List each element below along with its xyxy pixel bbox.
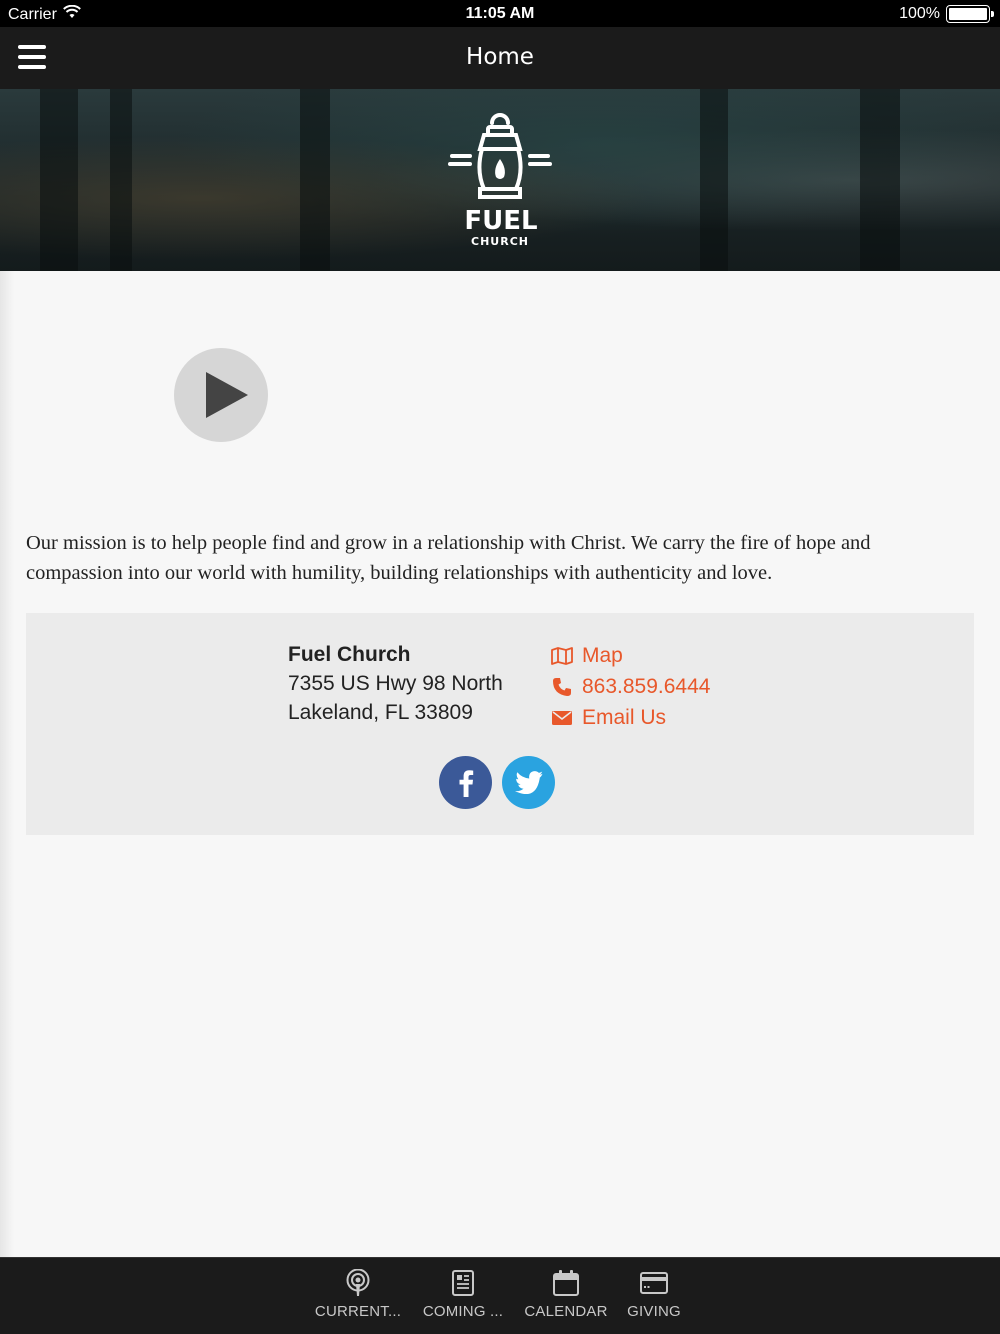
status-right: 100% xyxy=(899,5,994,23)
contact-box: Fuel Church 7355 US Hwy 98 North Lakelan… xyxy=(26,613,974,835)
status-bar: Carrier 11:05 AM 100% xyxy=(0,0,1000,27)
calendar-icon xyxy=(553,1269,579,1297)
podcast-icon xyxy=(345,1269,371,1297)
tab-calendar[interactable]: CALENDAR xyxy=(524,1258,608,1334)
map-label: Map xyxy=(582,643,623,667)
social-links xyxy=(439,756,555,809)
play-icon xyxy=(206,372,248,418)
facebook-button[interactable] xyxy=(439,756,492,809)
left-edge-shadow xyxy=(0,271,14,1257)
status-time: 11:05 AM xyxy=(465,5,535,22)
battery-icon xyxy=(946,5,994,23)
nav-bar: Home xyxy=(0,27,1000,89)
email-label: Email Us xyxy=(582,705,667,729)
church-name: Fuel Church xyxy=(288,643,411,666)
hero-banner: FUEL CHURCH xyxy=(0,89,1000,271)
page-title: Home xyxy=(466,44,534,70)
battery-fill xyxy=(949,8,987,20)
map-icon xyxy=(551,645,573,667)
logo-main-text: FUEL xyxy=(464,206,537,236)
tab-giving-label: GIVING xyxy=(627,1303,681,1320)
tab-coming-label: COMING ... xyxy=(422,1303,504,1320)
address-block: Fuel Church 7355 US Hwy 98 North Lakelan… xyxy=(288,640,503,727)
fuel-church-logo: FUEL CHURCH xyxy=(448,113,552,248)
tab-coming[interactable]: COMING ... xyxy=(422,1258,504,1334)
envelope-icon xyxy=(551,707,573,729)
tab-calendar-label: CALENDAR xyxy=(524,1303,608,1320)
twitter-icon xyxy=(514,771,542,794)
email-link[interactable]: Email Us xyxy=(551,702,710,733)
contact-links: Map 863.859.6444 Email Us xyxy=(551,640,710,733)
address-line-2: Lakeland, FL 33809 xyxy=(288,701,473,724)
tab-bar: CURRENT... COMING ... CALENDAR GIVING xyxy=(0,1257,1000,1334)
lantern-icon xyxy=(448,113,552,199)
video-play-button[interactable] xyxy=(174,348,268,442)
facebook-icon xyxy=(459,769,473,797)
phone-icon xyxy=(551,676,573,698)
address-line-1: 7355 US Hwy 98 North xyxy=(288,672,503,695)
tab-giving[interactable]: GIVING xyxy=(624,1258,684,1334)
map-link[interactable]: Map xyxy=(551,640,710,671)
tab-current-label: CURRENT... xyxy=(314,1303,402,1320)
phone-number: 863.859.6444 xyxy=(582,674,711,698)
tab-current[interactable]: CURRENT... xyxy=(314,1258,402,1334)
newspaper-icon xyxy=(452,1269,474,1297)
credit-card-icon xyxy=(640,1269,668,1297)
phone-link[interactable]: 863.859.6444 xyxy=(551,671,710,702)
mission-text: Our mission is to help people find and g… xyxy=(26,532,871,584)
logo-sub-text: CHURCH xyxy=(471,235,529,248)
battery-percent: 100% xyxy=(899,5,940,22)
twitter-button[interactable] xyxy=(502,756,555,809)
